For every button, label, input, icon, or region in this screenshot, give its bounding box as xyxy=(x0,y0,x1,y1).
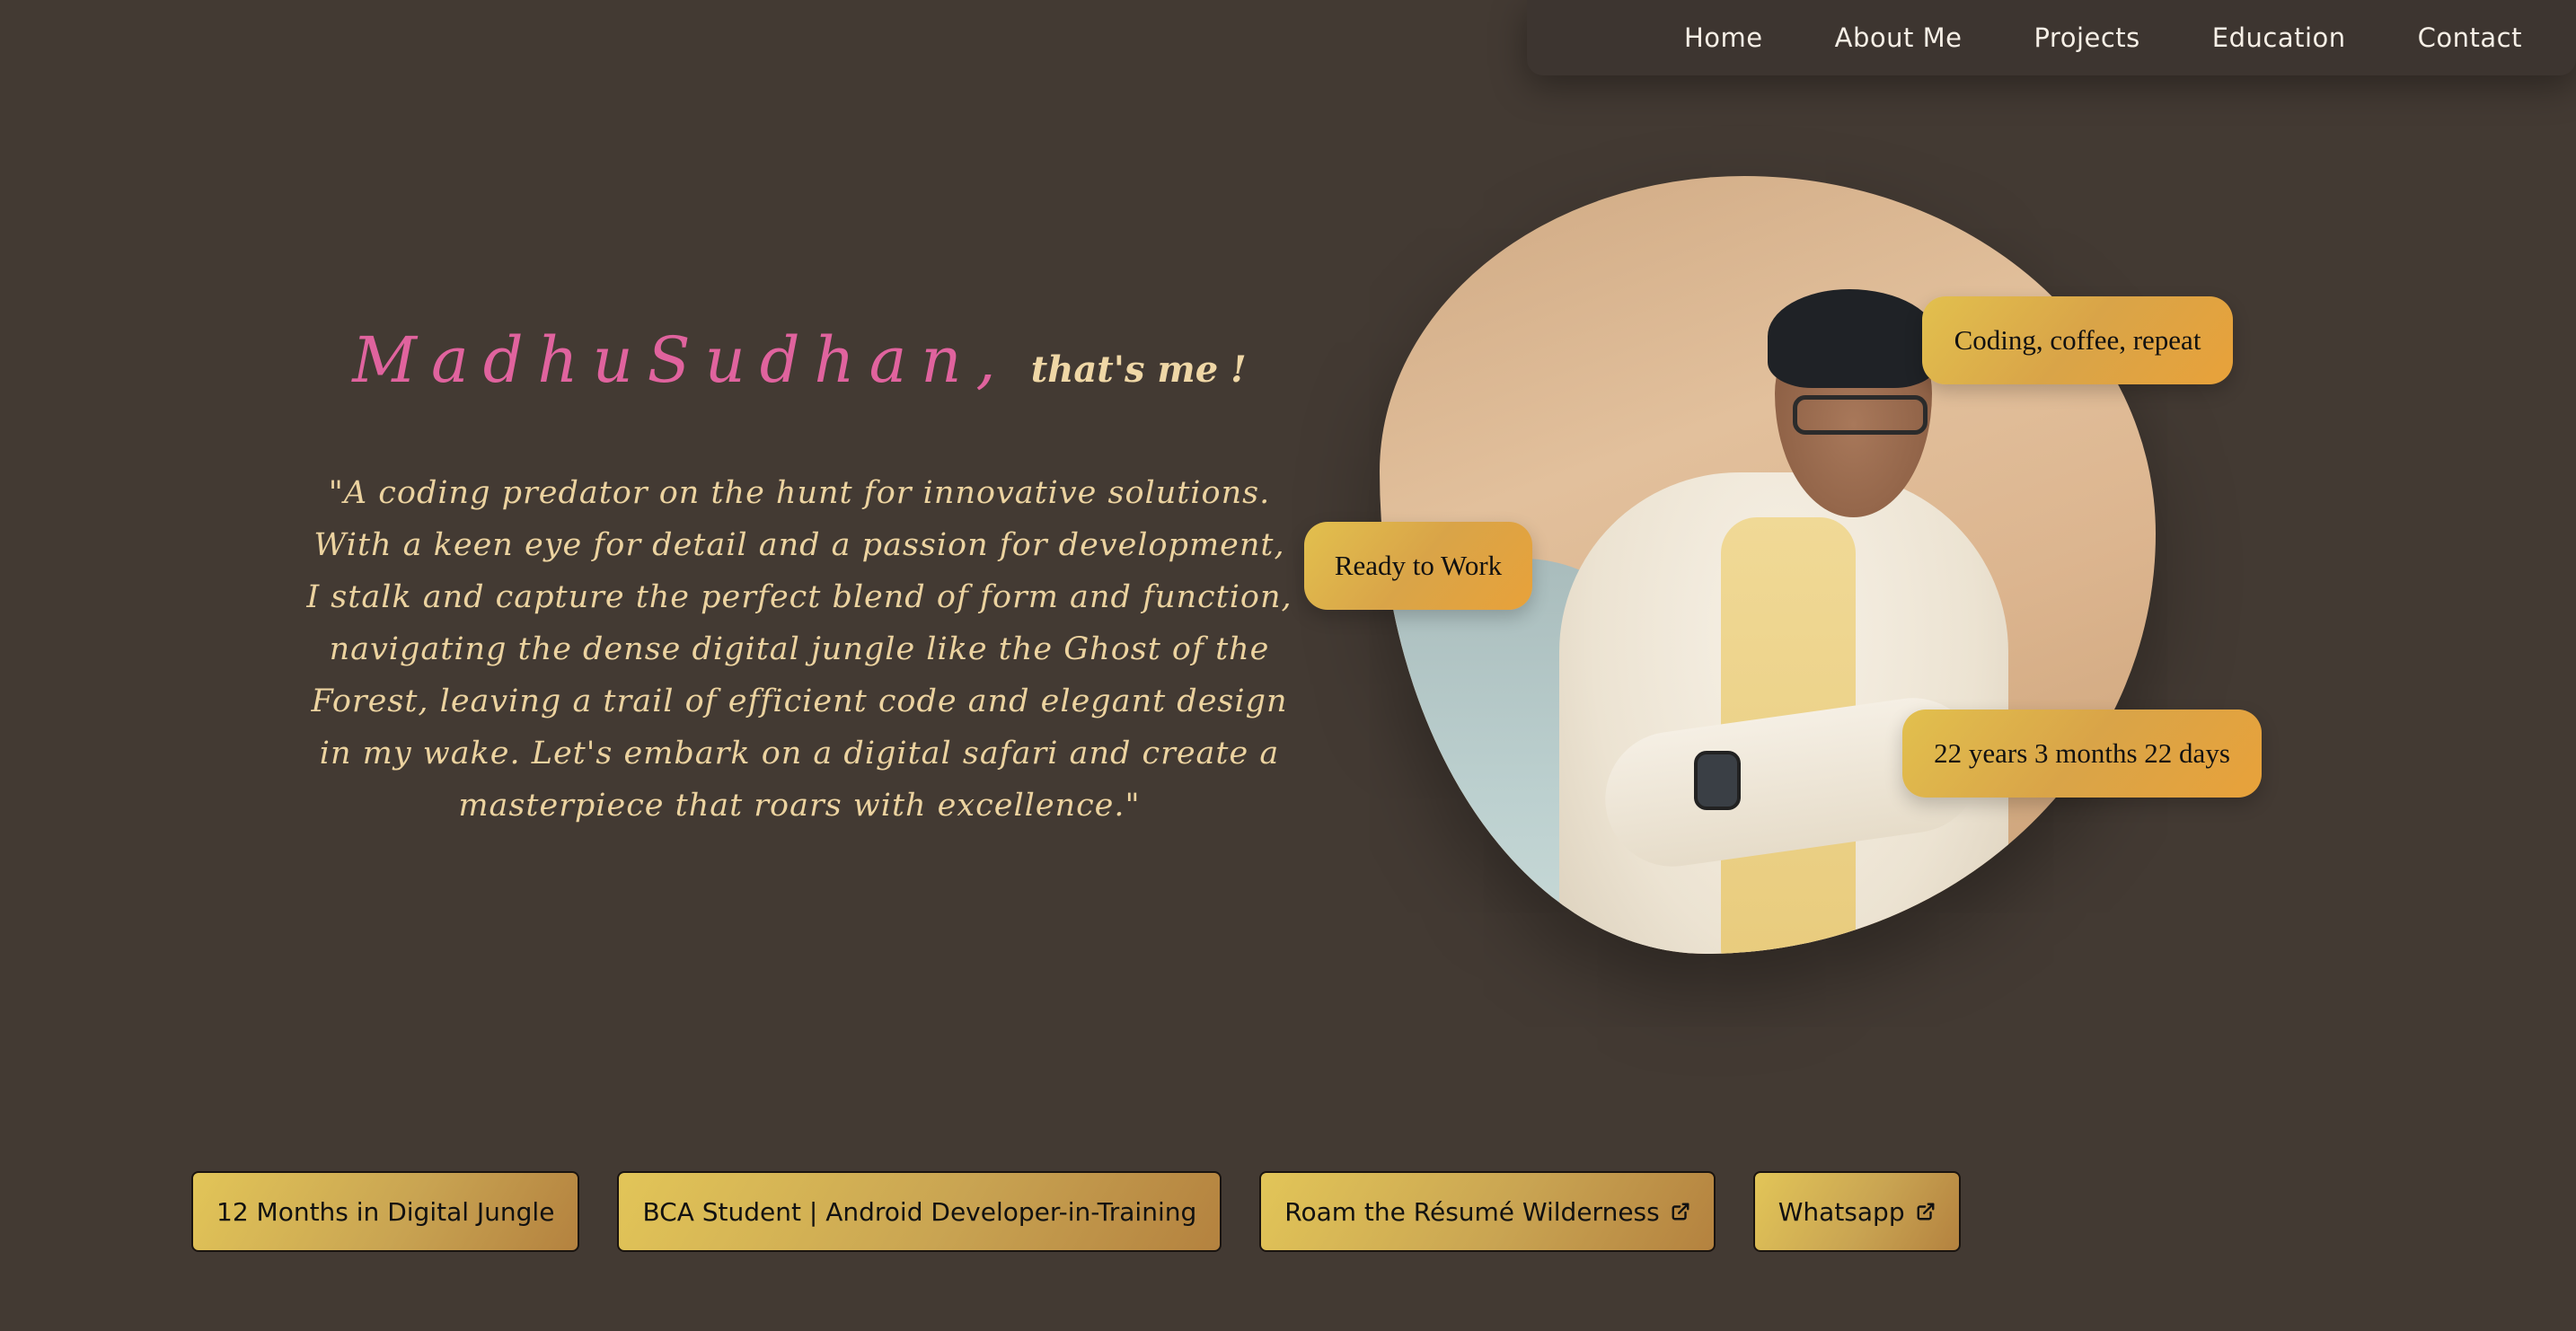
top-navbar: Home About Me Projects Education Contact xyxy=(1527,0,2576,75)
resume-link-button[interactable]: Roam the Résumé Wilderness xyxy=(1259,1171,1716,1252)
external-link-icon xyxy=(1917,1203,1935,1221)
nav-home[interactable]: Home xyxy=(1684,22,1763,53)
photo-person-glasses xyxy=(1793,395,1928,435)
student-label: BCA Student | Android Developer-in-Train… xyxy=(642,1196,1197,1227)
external-link-icon xyxy=(1672,1203,1689,1221)
hero-title: MadhuSudhan, that's me ! xyxy=(305,323,1293,397)
student-button[interactable]: BCA Student | Android Developer-in-Train… xyxy=(617,1171,1222,1252)
badge-age: 22 years 3 months 22 days xyxy=(1902,710,2262,798)
whatsapp-link-button[interactable]: Whatsapp xyxy=(1752,1171,1961,1252)
resume-label: Roam the Résumé Wilderness xyxy=(1284,1196,1660,1227)
experience-label: 12 Months in Digital Jungle xyxy=(216,1196,555,1227)
hero-quote: "A coding predator on the hunt for innov… xyxy=(306,475,1292,824)
experience-button[interactable]: 12 Months in Digital Jungle xyxy=(191,1171,580,1252)
photo-person-watch xyxy=(1694,751,1741,810)
info-buttons-row: 12 Months in Digital Jungle BCA Student … xyxy=(191,1171,1961,1252)
photo-person-hair xyxy=(1768,289,1938,388)
nav-contact[interactable]: Contact xyxy=(2418,22,2522,53)
nav-projects[interactable]: Projects xyxy=(2033,22,2139,53)
hero-suffix: that's me ! xyxy=(1030,348,1247,391)
hero-name: MadhuSudhan, xyxy=(352,323,1010,397)
badge-ready-to-work: Ready to Work xyxy=(1304,522,1532,610)
nav-education[interactable]: Education xyxy=(2212,22,2346,53)
nav-about-me[interactable]: About Me xyxy=(1835,22,1963,53)
whatsapp-label: Whatsapp xyxy=(1778,1196,1905,1227)
badge-coding-coffee: Coding, coffee, repeat xyxy=(1922,296,2233,384)
